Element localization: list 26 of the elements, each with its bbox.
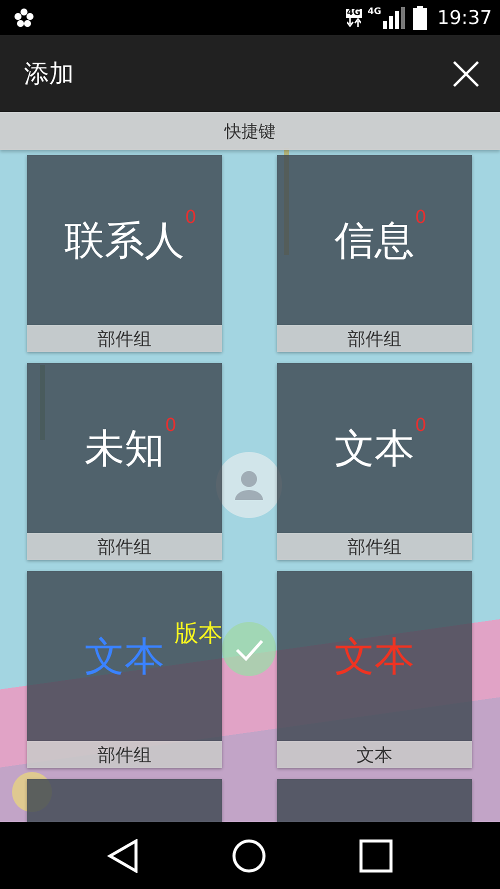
widget-label: 部件组 <box>277 325 472 352</box>
widget-label: 部件组 <box>277 533 472 560</box>
back-button[interactable] <box>106 838 139 872</box>
section-header: 快捷键 <box>0 112 500 150</box>
signal-icon <box>383 6 408 28</box>
signal-type-label: 4G <box>368 6 382 16</box>
data-arrows-icon <box>346 18 361 26</box>
widget-preview[interactable]: 文本 版本 <box>27 571 222 741</box>
clock-time: 19:37 <box>437 6 492 28</box>
count-label: 0 <box>415 414 426 436</box>
recents-button[interactable] <box>359 838 394 872</box>
check-icon <box>222 622 276 676</box>
widget-label: 部件组 <box>27 533 222 560</box>
close-button[interactable] <box>452 60 480 88</box>
count-label: 0 <box>185 206 196 228</box>
battery-icon <box>413 6 428 30</box>
widget-label: 部件组 <box>27 325 222 352</box>
widget-subtitle: 版本 <box>174 618 222 648</box>
count-label: 0 <box>415 206 426 228</box>
count-label: 0 <box>165 414 176 436</box>
widget-title: 文本 <box>334 632 414 682</box>
home-button[interactable] <box>232 838 266 872</box>
flower-icon <box>14 8 34 28</box>
screen-title: 添加 <box>24 58 75 90</box>
widget-label: 部件组 <box>27 741 222 768</box>
widget-label: 文本 <box>277 741 472 768</box>
